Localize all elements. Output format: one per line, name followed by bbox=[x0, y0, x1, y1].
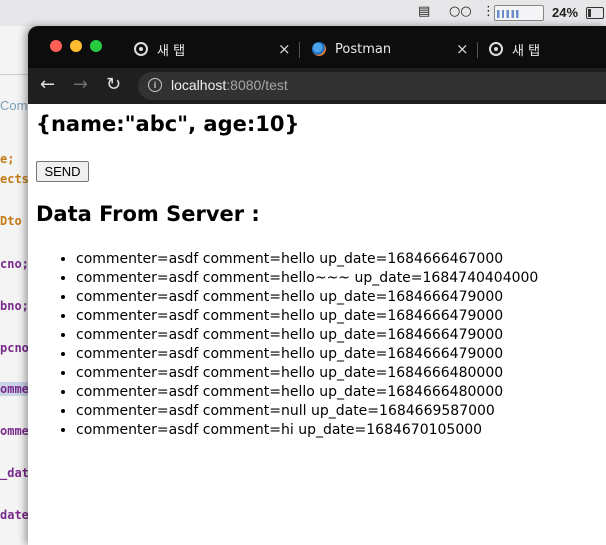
tab-divider bbox=[477, 42, 478, 58]
list-item: commenter=asdf comment=hello~~~ up_date=… bbox=[76, 269, 538, 288]
ide-code-line: ects bbox=[0, 172, 29, 186]
close-tab-button[interactable]: × bbox=[456, 40, 469, 58]
tab-label: 새 탭 bbox=[512, 43, 541, 59]
ide-code-line: omme bbox=[0, 382, 29, 396]
browser-window: 새 탭 × Postman × 새 탭 ← → ↻ i localhost:80… bbox=[28, 26, 606, 545]
tab-divider bbox=[299, 42, 300, 58]
postman-icon bbox=[312, 42, 326, 56]
list-item: commenter=asdf comment=hello up_date=168… bbox=[76, 326, 538, 345]
send-button[interactable]: SEND bbox=[36, 161, 89, 182]
maximize-window-button[interactable] bbox=[90, 40, 102, 52]
close-tab-button[interactable]: × bbox=[278, 40, 291, 58]
list-item: commenter=asdf comment=hello up_date=168… bbox=[76, 345, 538, 364]
url-text: localhost:8080/test bbox=[171, 77, 288, 93]
ide-code-line: bno; bbox=[0, 299, 29, 313]
reload-button[interactable]: ↻ bbox=[106, 75, 121, 95]
list-item: commenter=asdf comment=hi up_date=168467… bbox=[76, 421, 538, 440]
ide-code-line: omme bbox=[0, 424, 29, 438]
forward-button[interactable]: → bbox=[73, 75, 88, 95]
info-icon[interactable]: i bbox=[148, 78, 162, 92]
back-button[interactable]: ← bbox=[40, 75, 55, 95]
tab-label: 새 탭 bbox=[157, 43, 186, 59]
ide-code-line: date bbox=[0, 508, 29, 522]
notes-icon[interactable]: ▤ bbox=[418, 4, 430, 19]
ide-code-line: e; bbox=[0, 152, 15, 166]
ide-code-line: cno; bbox=[0, 257, 29, 271]
page-content: {name:"abc", age:10} SEND Data From Serv… bbox=[28, 104, 606, 545]
list-item: commenter=asdf comment=null up_date=1684… bbox=[76, 402, 538, 421]
chrome-icon bbox=[489, 42, 503, 56]
comment-list: commenter=asdf comment=hello up_date=168… bbox=[36, 250, 538, 440]
battery-meter-fill bbox=[497, 10, 521, 18]
battery-icon[interactable] bbox=[586, 7, 604, 19]
ide-code-line: _dat bbox=[0, 466, 29, 480]
ide-code-line: pcno bbox=[0, 341, 29, 355]
json-payload-text: {name:"abc", age:10} bbox=[36, 112, 300, 136]
tab-strip: 새 탭 × Postman × 새 탭 bbox=[28, 26, 606, 68]
list-item: commenter=asdf comment=hello up_date=168… bbox=[76, 250, 538, 269]
list-item: commenter=asdf comment=hello up_date=168… bbox=[76, 307, 538, 326]
list-item: commenter=asdf comment=hello up_date=168… bbox=[76, 364, 538, 383]
tab-label: Postman bbox=[335, 41, 392, 57]
battery-meter[interactable] bbox=[494, 5, 544, 21]
browser-toolbar: ← → ↻ i localhost:8080/test bbox=[28, 68, 606, 104]
menu-bar: ▤ ○○ ⋮ 24% bbox=[0, 0, 606, 27]
data-heading: Data From Server : bbox=[36, 202, 260, 226]
url-path: :8080/test bbox=[226, 77, 288, 93]
tab-postman[interactable]: Postman bbox=[312, 34, 391, 64]
url-host: localhost bbox=[171, 77, 227, 93]
tab-new-tab-2[interactable]: 새 탭 bbox=[489, 34, 540, 64]
list-item: commenter=asdf comment=hello up_date=168… bbox=[76, 383, 538, 402]
chrome-icon bbox=[134, 42, 148, 56]
list-item: commenter=asdf comment=hello up_date=168… bbox=[76, 288, 538, 307]
close-window-button[interactable] bbox=[50, 40, 62, 52]
ide-code-line: Dto bbox=[0, 214, 22, 228]
address-bar[interactable]: i localhost:8080/test bbox=[138, 72, 606, 100]
tab-new-tab-1[interactable]: 새 탭 bbox=[134, 34, 185, 64]
ide-code-line: Com bbox=[0, 98, 28, 113]
minimize-window-button[interactable] bbox=[70, 40, 82, 52]
glasses-icon[interactable]: ○○ bbox=[449, 4, 472, 19]
battery-percent[interactable]: 24% bbox=[552, 5, 578, 20]
